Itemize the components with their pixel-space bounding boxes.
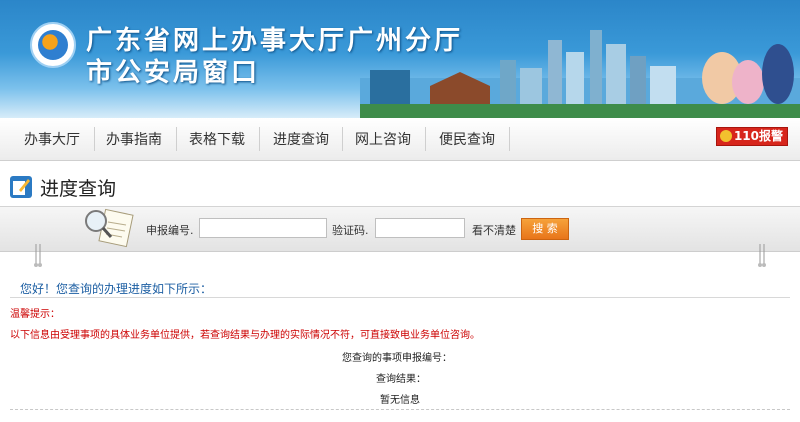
nav-item-progress-query[interactable]: 进度查询 [273,129,329,149]
nav-item-service-hall[interactable]: 办事大厅 [24,129,80,149]
police-badge-icon [720,130,732,142]
divider-pin-icon [758,244,766,267]
result-apply-no-label: 您查询的事项申报编号： [342,353,452,364]
government-emblem-icon [30,22,76,68]
tip-title: 温馨提示： [10,309,60,320]
site-banner: 广东省网上办事大厅广州分厅 市公安局窗口 [0,0,800,118]
main-nav: 办事大厅 办事指南 表格下载 进度查询 网上咨询 便民查询 [0,118,800,161]
tip-text: 以下信息由受理事项的具体业务单位提供，若查询结果与办理的实际情况不符，可直接致电… [10,330,480,341]
nav-item-guide[interactable]: 办事指南 [106,129,162,149]
edit-icon [10,176,32,198]
nav-divider [425,127,426,151]
nav-item-public-query[interactable]: 便民查询 [439,129,495,149]
query-result-label: 查询结果： [376,374,426,385]
nav-divider [176,127,177,151]
apply-no-input[interactable] [199,218,327,238]
result-divider [10,297,790,298]
emergency-110-label: 110报警 [733,129,783,143]
divider-pin-icon [34,244,42,267]
search-button[interactable]: 搜 索 [521,218,569,240]
captcha-refresh-link[interactable]: 看不清楚 [472,222,516,238]
nav-divider [259,127,260,151]
nav-item-online-consult[interactable]: 网上咨询 [355,129,411,149]
nav-divider [509,127,510,151]
apply-no-label: 申报编号. [146,224,194,237]
captcha-input[interactable] [375,218,465,238]
magnifier-document-icon [85,208,134,248]
page-title: 进度查询 [40,178,117,200]
bottom-divider [10,409,790,410]
query-result-value: 暂无信息 [380,395,420,406]
nav-item-forms-download[interactable]: 表格下载 [189,129,245,149]
site-subtitle: 市公安局窗口 [86,58,261,88]
captcha-label: 验证码. [332,224,369,237]
emergency-110-button[interactable]: 110报警 [716,127,788,146]
nav-divider [94,127,95,151]
result-greeting: 您好！您查询的办理进度如下所示： [20,282,213,296]
nav-divider [342,127,343,151]
